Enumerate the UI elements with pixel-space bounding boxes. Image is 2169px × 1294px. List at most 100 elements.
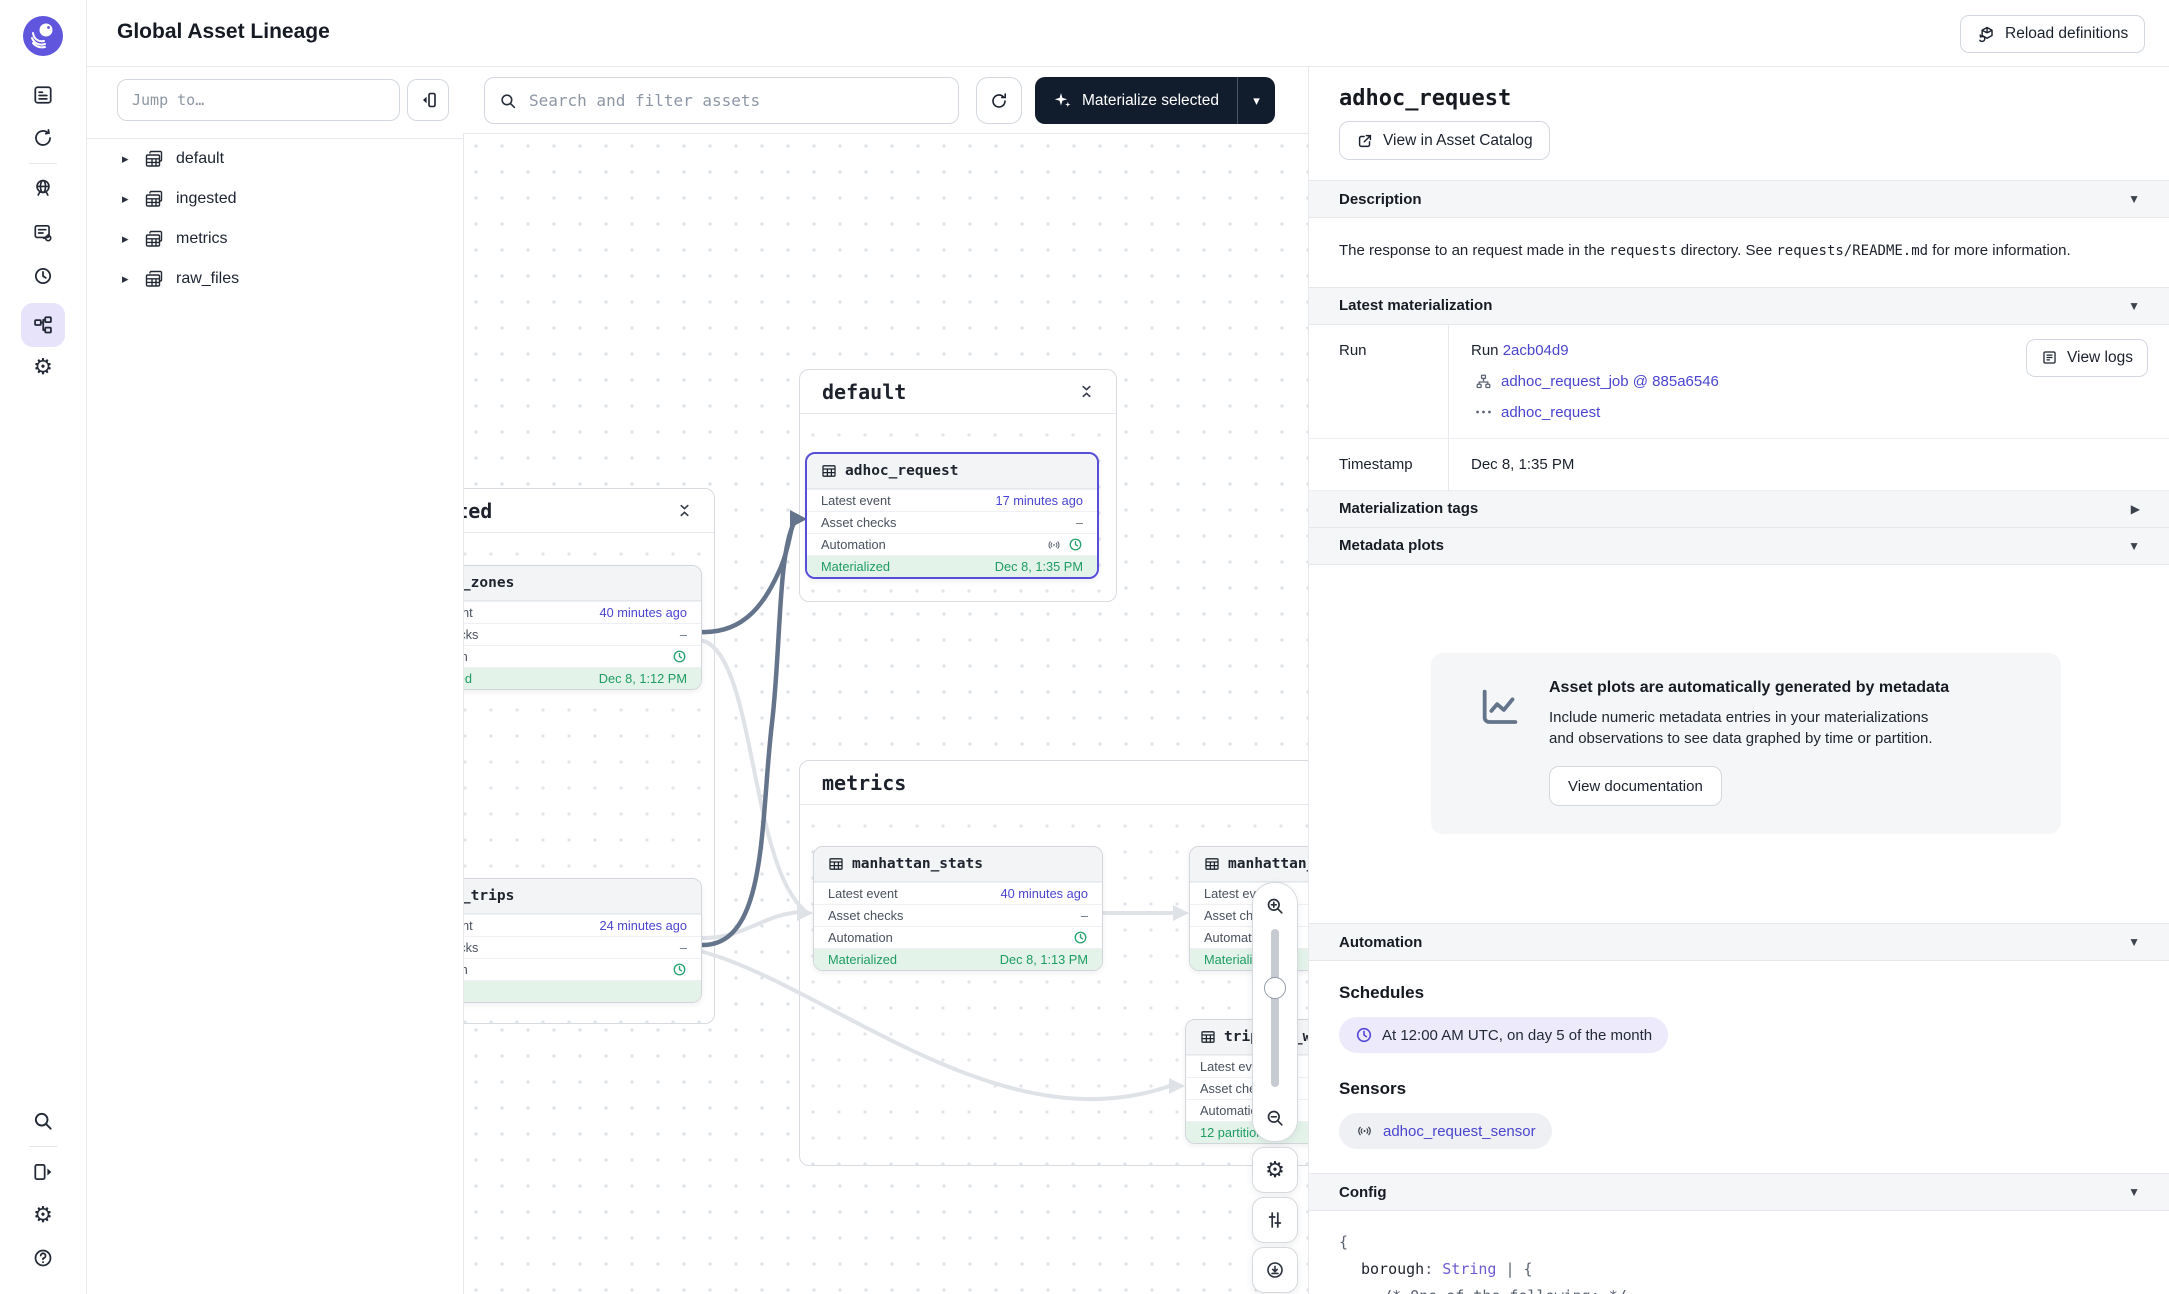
graph-settings-button[interactable]: ⚙	[1252, 1147, 1298, 1193]
jump-to-input[interactable]	[117, 79, 400, 121]
jobs-icon[interactable]	[31, 221, 55, 245]
op-link-row: adhoc_request	[1475, 404, 2169, 421]
asset-node-taxi-zones[interactable]: taxi_zones Latest event40 minutes ago As…	[463, 565, 702, 690]
reload-definitions-button[interactable]: Reload definitions	[1960, 15, 2145, 53]
deployment-gear-icon[interactable]: ⚙	[31, 355, 55, 379]
edge-trips-weeks	[700, 951, 1175, 1099]
settings-gear-icon[interactable]: ⚙	[31, 1203, 55, 1227]
section-automation[interactable]: Automation ▼	[1309, 923, 2169, 961]
materialize-main[interactable]: Materialize selected	[1035, 77, 1237, 124]
expand-panel-icon[interactable]	[31, 1160, 55, 1184]
asset-node-manhattan-stats[interactable]: manhattan_stats Latest event40 minutes a…	[813, 846, 1103, 971]
config-line: {	[1339, 1229, 2140, 1256]
tree-item-ingested[interactable]: ▸ ingested	[86, 179, 463, 219]
rail-divider-bottom	[29, 1146, 57, 1147]
status-value: Dec 8, 1:12 PM	[599, 671, 687, 686]
zoom-in-icon[interactable]	[1264, 895, 1286, 917]
top-header: Global Asset Lineage Reload definitions	[86, 0, 2169, 67]
chevron-right-icon[interactable]: ▸	[122, 271, 136, 287]
lineage-icon[interactable]	[31, 313, 55, 337]
zoom-control	[1252, 882, 1298, 1142]
row-value: –	[1081, 908, 1088, 923]
section-metadata-plots[interactable]: Metadata plots ▼	[1309, 528, 2169, 565]
graph-toolbar: Materialize selected ▾	[463, 66, 1308, 134]
job-link[interactable]: adhoc_request_job @ 885a6546	[1501, 373, 1719, 390]
lineage-canvas[interactable]: ingested default metrics	[463, 133, 1308, 1294]
download-image-button[interactable]	[1252, 1247, 1298, 1293]
asset-catalog-icon[interactable]	[31, 176, 55, 200]
gear-icon: ⚙	[1265, 1159, 1285, 1181]
tree-item-metrics[interactable]: ▸ metrics	[86, 219, 463, 259]
plots-empty-line2: and observations to see data graphed by …	[1549, 728, 2031, 750]
chevron-right-icon[interactable]: ▸	[122, 151, 136, 167]
sparkle-icon	[1053, 91, 1072, 110]
run-row-label: Run	[1309, 325, 1448, 439]
status-value: Dec 8, 1:13 PM	[1000, 952, 1088, 967]
runs-icon[interactable]	[31, 126, 55, 150]
tree-item-raw-files[interactable]: ▸ raw_files	[86, 259, 463, 299]
plots-empty-line1: Include numeric metadata entries in your…	[1549, 707, 2031, 729]
refresh-icon	[989, 91, 1009, 111]
chevron-right-icon: ▶	[2131, 502, 2140, 516]
schedule-pill[interactable]: At 12:00 AM UTC, on day 5 of the month	[1339, 1017, 1668, 1053]
overview-icon[interactable]	[31, 83, 55, 107]
dagster-logo	[23, 16, 63, 56]
view-in-asset-catalog-button[interactable]: View in Asset Catalog	[1339, 121, 1550, 160]
asset-name: taxi_trips	[463, 888, 514, 904]
search-icon[interactable]	[31, 1109, 55, 1133]
app-window: ⚙ ⚙ Global Asset Lineage Reload definiti…	[0, 0, 2169, 1294]
row-value: 40 minutes ago	[599, 605, 687, 620]
asset-search-input[interactable]	[527, 90, 944, 111]
section-config[interactable]: Config ▼	[1309, 1173, 2169, 1211]
status-value: Dec 8, 1:35 PM	[995, 559, 1083, 574]
row-value: –	[680, 627, 687, 642]
chevron-right-icon[interactable]: ▸	[122, 191, 136, 207]
nav-rail: ⚙ ⚙	[0, 0, 87, 1294]
asset-name: manhattan_map	[1228, 856, 1308, 872]
description-text: The response to an request made in the r…	[1309, 218, 2159, 287]
reload-definitions-label: Reload definitions	[2005, 25, 2128, 43]
clock-icon	[1355, 1026, 1373, 1044]
materialize-selected-button[interactable]: Materialize selected ▾	[1035, 77, 1275, 124]
run-id-link[interactable]: 2acb04d9	[1503, 342, 1569, 359]
section-label: Config	[1339, 1184, 1386, 1201]
asset-name: taxi_zones	[463, 575, 514, 591]
op-link[interactable]: adhoc_request	[1501, 404, 1600, 421]
table-icon	[821, 463, 837, 479]
asset-node-taxi-trips[interactable]: taxi_trips Latest event24 minutes ago As…	[463, 878, 702, 1003]
job-hierarchy-icon	[1475, 373, 1492, 390]
schedule-clock-icon	[1073, 930, 1088, 945]
op-icon	[1475, 406, 1492, 418]
zoom-slider-track[interactable]	[1271, 929, 1279, 1087]
row-value: 24 minutes ago	[599, 918, 687, 933]
section-materialization-tags[interactable]: Materialization tags ▶	[1309, 491, 2169, 528]
chevron-right-icon[interactable]: ▸	[122, 231, 136, 247]
zoom-out-icon[interactable]	[1264, 1107, 1286, 1129]
collapse-panel-button[interactable]	[407, 79, 449, 121]
dagster-logo-icon[interactable]	[23, 16, 63, 56]
asset-node-adhoc-request[interactable]: adhoc_request Latest event17 minutes ago…	[805, 452, 1099, 579]
row-value: –	[1076, 515, 1083, 530]
metadata-plots-empty-state: Asset plots are automatically generated …	[1431, 653, 2061, 835]
view-logs-button[interactable]: View logs	[2026, 339, 2148, 377]
zoom-slider-handle[interactable]	[1264, 977, 1286, 999]
tree-item-default[interactable]: ▸ default	[86, 139, 463, 179]
plots-empty-title: Asset plots are automatically generated …	[1549, 679, 2031, 697]
sensor-pill[interactable]: adhoc_request_sensor	[1339, 1113, 1552, 1149]
graph-filters-button[interactable]	[1252, 1197, 1298, 1243]
tree-item-label: raw_files	[176, 270, 239, 288]
refresh-button[interactable]	[976, 77, 1022, 124]
line-chart-icon	[1477, 685, 1523, 731]
schedule-clock-icon	[672, 649, 687, 664]
config-line: /* One of the following: */	[1383, 1283, 2140, 1294]
schedules-icon[interactable]	[31, 264, 55, 288]
chevron-down-icon: ▼	[2128, 1185, 2140, 1199]
view-documentation-button[interactable]: View documentation	[1549, 766, 1722, 806]
row-value: 40 minutes ago	[1000, 886, 1088, 901]
code-inline: requests	[1609, 243, 1676, 259]
materialize-dropdown-caret[interactable]: ▾	[1238, 77, 1275, 124]
help-icon[interactable]	[31, 1246, 55, 1270]
section-description[interactable]: Description ▼	[1309, 180, 2169, 218]
status-label: Materialized	[821, 559, 890, 574]
section-latest-materialization[interactable]: Latest materialization ▼	[1309, 287, 2169, 325]
